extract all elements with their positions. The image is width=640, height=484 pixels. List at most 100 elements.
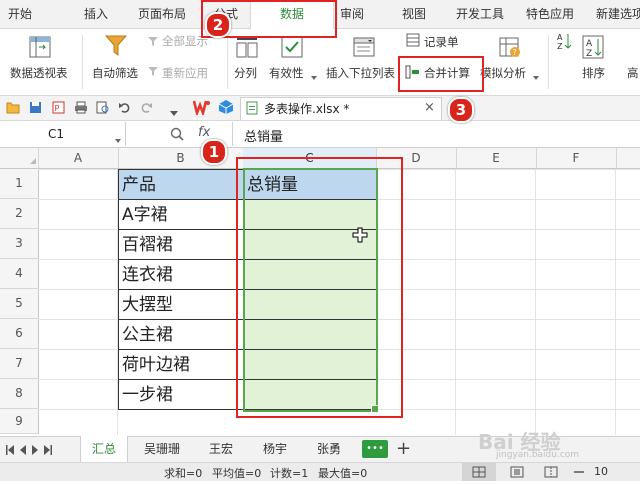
- more-sheets-button[interactable]: •••: [362, 440, 388, 458]
- next-sheet-icon[interactable]: [32, 444, 38, 458]
- pivot-table-button[interactable]: 数据透视表: [10, 65, 68, 81]
- folder-icon[interactable]: [6, 101, 20, 117]
- cell-b4[interactable]: 连衣裙: [118, 259, 244, 290]
- column-header-a[interactable]: A: [38, 148, 119, 168]
- row-header-3[interactable]: 3: [0, 229, 39, 259]
- page-break-view-icon[interactable]: [544, 466, 558, 481]
- sort-asc-icon[interactable]: AZ: [556, 32, 572, 53]
- status-bar: 求和=0 平均值=0 计数=1 最大值=0 10: [0, 462, 640, 481]
- spreadsheet-file-icon: [246, 101, 258, 118]
- filter-funnel-icon[interactable]: [104, 33, 128, 62]
- sheet-tab-yang[interactable]: 杨宇: [250, 436, 300, 462]
- row-header-9[interactable]: 9: [0, 409, 39, 434]
- menu-developer[interactable]: 开发工具: [456, 0, 504, 28]
- add-sheet-button[interactable]: +: [396, 438, 411, 459]
- sheet-tab-wang[interactable]: 王宏: [196, 436, 246, 462]
- menu-page-layout[interactable]: 页面布局: [138, 0, 186, 28]
- select-all-corner[interactable]: [0, 148, 39, 168]
- ribbon-divider: [227, 35, 228, 89]
- row-header-6[interactable]: 6: [0, 319, 39, 349]
- redo-icon[interactable]: [140, 101, 153, 117]
- status-max: 最大值=0: [318, 467, 368, 480]
- advanced-button[interactable]: 高: [627, 65, 639, 81]
- column-header-e[interactable]: E: [456, 148, 537, 168]
- what-if-icon[interactable]: ?: [498, 35, 522, 62]
- step-badge-2: 2: [205, 12, 231, 38]
- zoom-level[interactable]: 10: [594, 465, 608, 478]
- sort-button[interactable]: 排序: [582, 65, 605, 81]
- cell-b1[interactable]: 产品: [118, 169, 244, 200]
- formula-input[interactable]: 总销量: [244, 126, 283, 145]
- menu-insert[interactable]: 插入: [84, 0, 108, 28]
- zoom-out-icon[interactable]: [574, 466, 584, 481]
- normal-view-button[interactable]: [462, 463, 496, 481]
- validity-button[interactable]: 有效性: [269, 65, 304, 81]
- cell-b5[interactable]: 大摆型: [118, 289, 244, 320]
- chevron-down-icon[interactable]: [170, 105, 178, 119]
- row-header-8[interactable]: 8: [0, 379, 39, 409]
- insert-dropdown-button[interactable]: 插入下拉列表: [326, 65, 395, 81]
- split-columns-icon[interactable]: [236, 35, 258, 62]
- sheet-tab-summary[interactable]: 汇总: [80, 436, 128, 462]
- cell-b3[interactable]: 百褶裙: [118, 229, 244, 260]
- print-preview-icon[interactable]: [96, 101, 110, 117]
- validity-icon[interactable]: [280, 35, 304, 62]
- prev-sheet-icon[interactable]: [20, 444, 26, 458]
- export-pdf-icon[interactable]: P: [52, 101, 65, 117]
- last-sheet-icon[interactable]: [44, 444, 52, 458]
- auto-filter-button[interactable]: 自动筛选: [92, 65, 138, 81]
- row-header-2[interactable]: 2: [0, 199, 39, 229]
- gridline: [455, 169, 456, 435]
- zoom-search-icon[interactable]: [170, 127, 184, 144]
- cell-b7[interactable]: 荷叶边裙: [118, 349, 244, 380]
- record-form-button[interactable]: 记录单: [424, 34, 459, 50]
- sheet-tab-wu[interactable]: 吴珊珊: [132, 436, 192, 462]
- name-box[interactable]: C1: [0, 122, 126, 146]
- row-header-4[interactable]: 4: [0, 259, 39, 289]
- gridline: [615, 169, 616, 435]
- annotation-box-column-c: [236, 157, 403, 418]
- status-sum: 求和=0: [164, 467, 203, 480]
- reapply-icon: [147, 65, 159, 80]
- save-icon[interactable]: [29, 101, 42, 117]
- first-sheet-icon[interactable]: [6, 444, 14, 458]
- status-average: 平均值=0: [212, 467, 262, 480]
- cell-b8[interactable]: 一步裙: [118, 379, 244, 410]
- close-icon[interactable]: ×: [424, 100, 435, 115]
- row-header-5[interactable]: 5: [0, 289, 39, 319]
- pivot-table-icon[interactable]: [28, 35, 52, 62]
- split-columns-button[interactable]: 分列: [234, 65, 257, 81]
- function-icon[interactable]: fx: [198, 125, 210, 140]
- document-title: 多表操作.xlsx *: [264, 102, 350, 116]
- formula-divider: [232, 122, 233, 146]
- menu-special-apps[interactable]: 特色应用: [526, 0, 574, 28]
- svg-text:P: P: [55, 104, 60, 113]
- chevron-down-icon: [115, 132, 121, 146]
- cell-b2[interactable]: A字裙: [118, 199, 244, 230]
- ribbon: 数据透视表 自动筛选 全部显示 重新应用 分列 有效性 插入下拉列表 记录单 合…: [0, 29, 640, 96]
- menu-home[interactable]: 开始: [8, 0, 32, 28]
- undo-icon[interactable]: [118, 101, 131, 117]
- what-if-button[interactable]: 模拟分析: [480, 65, 526, 81]
- gridline: [535, 169, 536, 435]
- name-box-value: C1: [48, 127, 65, 141]
- print-icon[interactable]: [74, 101, 88, 117]
- menu-review[interactable]: 审阅: [340, 0, 364, 28]
- row-header-7[interactable]: 7: [0, 349, 39, 379]
- status-count: 计数=1: [270, 467, 309, 480]
- wps-logo-icon: [192, 99, 211, 118]
- sheet-tab-zhang[interactable]: 张勇: [304, 436, 354, 462]
- page-layout-view-icon[interactable]: [510, 466, 524, 481]
- reapply-button[interactable]: 重新应用: [162, 65, 208, 81]
- svg-text:Z: Z: [557, 42, 563, 50]
- dropdown-list-icon[interactable]: [352, 35, 376, 62]
- row-header-1[interactable]: 1: [0, 169, 39, 199]
- annotation-box-consolidate: [398, 56, 484, 92]
- menu-new-tab[interactable]: 新建选项卡: [596, 0, 640, 28]
- menu-view[interactable]: 视图: [402, 0, 426, 28]
- ribbon-divider: [548, 35, 549, 89]
- cube-icon[interactable]: [218, 99, 234, 118]
- cell-b6[interactable]: 公主裙: [118, 319, 244, 350]
- column-header-f[interactable]: F: [536, 148, 617, 168]
- sort-icon[interactable]: AZ: [582, 35, 604, 62]
